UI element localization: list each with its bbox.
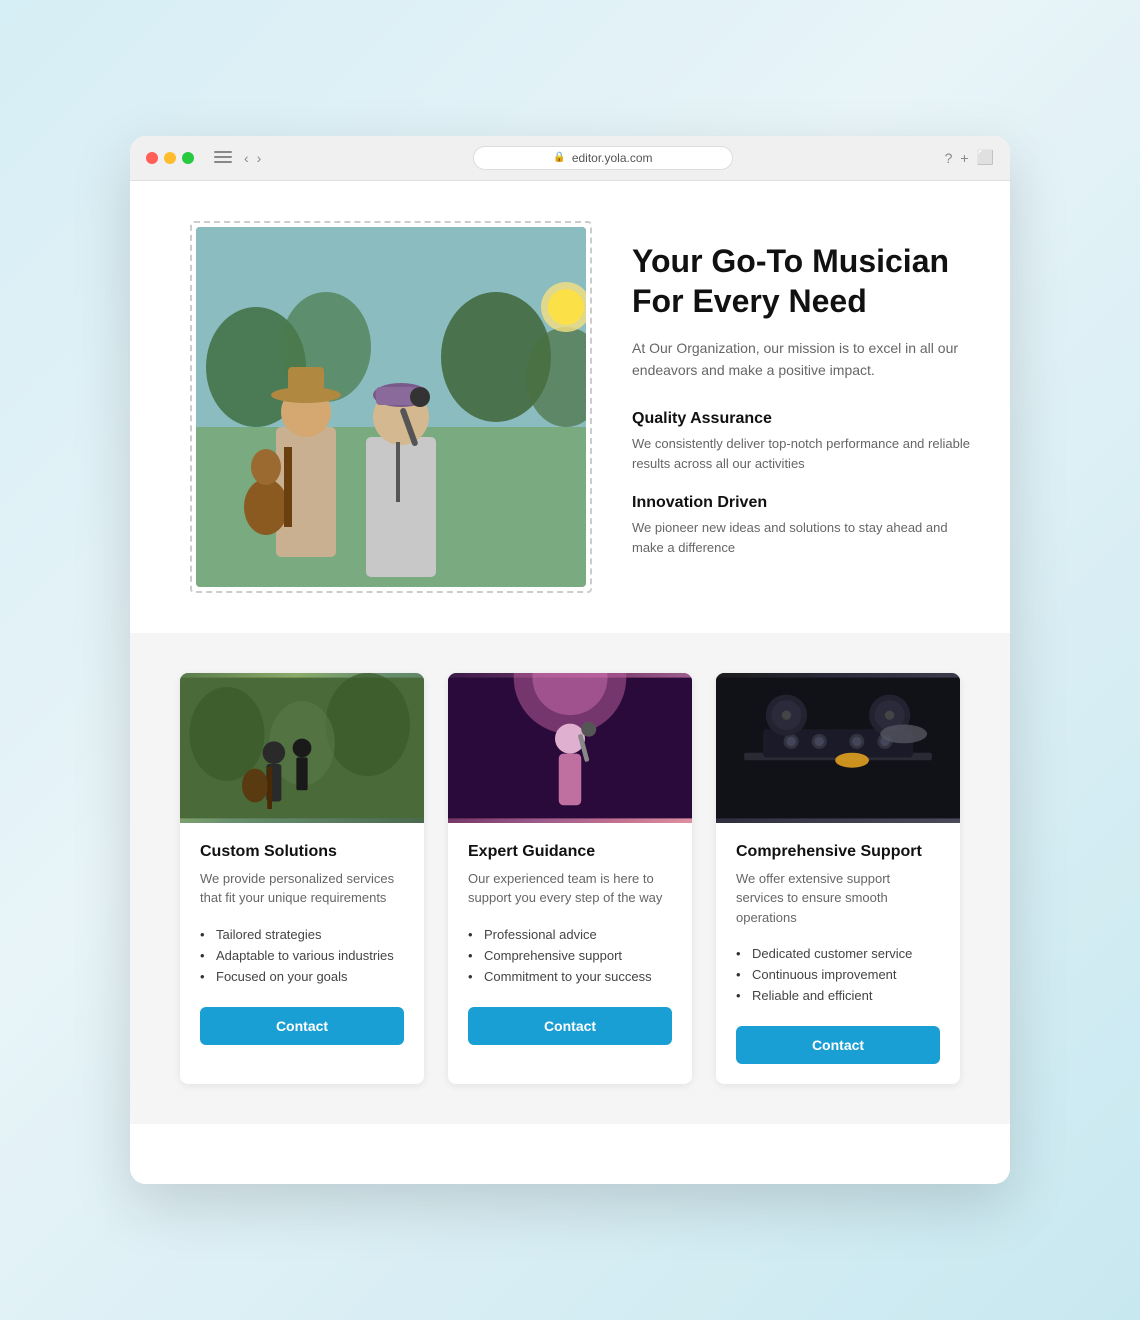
feature-innovation: Innovation Driven We pioneer new ideas a…: [632, 494, 970, 558]
list-item: Commitment to your success: [468, 966, 672, 987]
card-custom-image: [180, 673, 424, 823]
new-tab-icon[interactable]: +: [960, 150, 968, 166]
card-comprehensive-desc: We offer extensive support services to e…: [736, 869, 940, 928]
card-custom-list: Tailored strategies Adaptable to various…: [200, 924, 404, 987]
forward-arrow[interactable]: ›: [257, 150, 262, 166]
list-item: Professional advice: [468, 924, 672, 945]
hero-subtitle: At Our Organization, our mission is to e…: [632, 337, 970, 382]
feature-innovation-desc: We pioneer new ideas and solutions to st…: [632, 518, 970, 558]
feature-innovation-title: Innovation Driven: [632, 494, 970, 512]
url-text: editor.yola.com: [572, 151, 653, 165]
card-comprehensive-body: Comprehensive Support We offer extensive…: [716, 823, 960, 1085]
list-item: Continuous improvement: [736, 964, 940, 985]
card-comprehensive-list: Dedicated customer service Continuous im…: [736, 943, 940, 1006]
minimize-button[interactable]: [164, 152, 176, 164]
feature-quality-title: Quality Assurance: [632, 410, 970, 428]
back-arrow[interactable]: ‹: [244, 150, 249, 166]
card-custom: Custom Solutions We provide personalized…: [180, 673, 424, 1085]
card-expert-contact-button[interactable]: Contact: [468, 1007, 672, 1045]
footer-spacer: [130, 1124, 1010, 1184]
card-expert-image: [448, 673, 692, 823]
hero-illustration: [196, 227, 586, 587]
list-item: Comprehensive support: [468, 945, 672, 966]
hero-image-container: [190, 221, 592, 593]
feature-quality-desc: We consistently deliver top-notch perfor…: [632, 434, 970, 474]
browser-nav: ‹ ›: [244, 150, 261, 166]
card-expert-title: Expert Guidance: [468, 843, 672, 861]
page-content: Your Go-To Musician For Every Need At Ou…: [130, 181, 1010, 1185]
card-expert-body: Expert Guidance Our experienced team is …: [448, 823, 692, 1065]
traffic-lights: [146, 152, 194, 164]
extensions-icon[interactable]: ⬜: [977, 149, 994, 166]
address-bar[interactable]: 🔒 editor.yola.com: [473, 146, 733, 170]
list-item: Focused on your goals: [200, 966, 404, 987]
card-custom-desc: We provide personalized services that fi…: [200, 869, 404, 908]
browser-chrome: ‹ › 🔒 editor.yola.com ? + ⬜: [130, 136, 1010, 181]
card-expert: Expert Guidance Our experienced team is …: [448, 673, 692, 1085]
card-comprehensive-image: [716, 673, 960, 823]
card-custom-title: Custom Solutions: [200, 843, 404, 861]
card-expert-desc: Our experienced team is here to support …: [468, 869, 672, 908]
card-comprehensive-contact-button[interactable]: Contact: [736, 1026, 940, 1064]
card-comprehensive-title: Comprehensive Support: [736, 843, 940, 861]
browser-actions: ? + ⬜: [945, 149, 994, 166]
list-item: Adaptable to various industries: [200, 945, 404, 966]
browser-window: ‹ › 🔒 editor.yola.com ? + ⬜: [130, 136, 1010, 1185]
close-button[interactable]: [146, 152, 158, 164]
card-custom-body: Custom Solutions We provide personalized…: [180, 823, 424, 1065]
list-item: Dedicated customer service: [736, 943, 940, 964]
list-item: Reliable and efficient: [736, 985, 940, 1006]
sidebar-toggle-icon[interactable]: [214, 151, 232, 165]
help-icon[interactable]: ?: [945, 150, 953, 166]
card-custom-contact-button[interactable]: Contact: [200, 1007, 404, 1045]
lock-icon: 🔒: [553, 152, 565, 163]
hero-text: Your Go-To Musician For Every Need At Ou…: [632, 221, 970, 578]
list-item: Tailored strategies: [200, 924, 404, 945]
hero-title: Your Go-To Musician For Every Need: [632, 241, 970, 321]
feature-quality: Quality Assurance We consistently delive…: [632, 410, 970, 474]
hero-image: [196, 227, 586, 587]
maximize-button[interactable]: [182, 152, 194, 164]
address-bar-wrapper: 🔒 editor.yola.com: [273, 146, 932, 170]
cards-section: Custom Solutions We provide personalized…: [130, 633, 1010, 1125]
card-expert-list: Professional advice Comprehensive suppor…: [468, 924, 672, 987]
hero-section: Your Go-To Musician For Every Need At Ou…: [130, 181, 1010, 633]
hero-image-border: [190, 221, 592, 593]
card-comprehensive: Comprehensive Support We offer extensive…: [716, 673, 960, 1085]
